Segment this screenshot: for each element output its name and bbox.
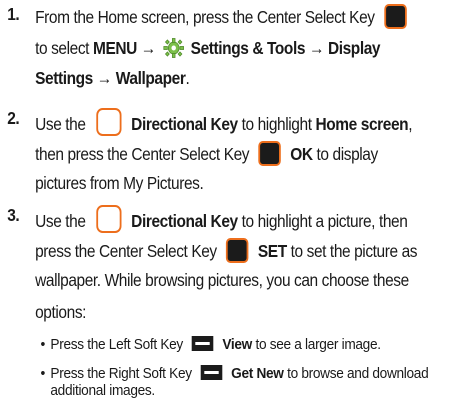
step-2-line-3: pictures from My Pictures.	[35, 173, 204, 194]
comma: ,	[408, 114, 413, 134]
step-text: press the Center Select Key	[35, 241, 217, 261]
step-text: then press the Center Select Key	[35, 144, 250, 164]
settings-gear-icon	[163, 38, 184, 58]
bullet-text: to see a larger image.	[255, 336, 381, 353]
center-select-key-icon	[226, 238, 249, 263]
home-screen-label: Home screen	[315, 114, 409, 134]
step-1-line-2: to select MENU → Settings & Tools → Disp…	[35, 37, 380, 59]
step-3-line-2: press the Center Select Key SET to set t…	[35, 238, 418, 263]
wallpaper-label: Wallpaper	[115, 68, 186, 88]
directional-key-icon	[96, 205, 122, 233]
step-number: 3.	[7, 205, 20, 225]
menu-label: MENU	[92, 38, 137, 58]
ok-label: OK	[290, 144, 313, 164]
step-number: 1.	[7, 4, 20, 24]
bullet-text: to browse and download	[287, 365, 429, 382]
step-2-line-1: Use the Directional Key to highlight Hom…	[35, 108, 413, 136]
left-soft-key-icon	[191, 336, 214, 351]
set-label: SET	[257, 241, 287, 261]
manual-page: 1. From the Home screen, press the Cente…	[0, 0, 472, 399]
step-2-line-2: then press the Center Select Key OK to d…	[35, 141, 378, 166]
right-soft-key-icon	[200, 365, 223, 380]
step-3-line-3: wallpaper. While browsing pictures, you …	[35, 270, 409, 291]
step-1-line-1: From the Home screen, press the Center S…	[35, 4, 407, 29]
bullet-text: Press the Left Soft Key	[50, 336, 183, 353]
step-text: wallpaper. While browsing pictures, you …	[35, 270, 409, 290]
step-1-line-3: Settings → Wallpaper.	[35, 68, 190, 89]
bullet-dot: •	[40, 336, 46, 353]
center-select-key-icon	[258, 141, 281, 166]
step-3-line-4: options:	[35, 302, 86, 323]
bullet-text: Press the Right Soft Key	[50, 365, 192, 382]
period: .	[185, 68, 190, 88]
bullet-text: additional images.	[50, 382, 155, 399]
bullet-line-2: additional images.	[50, 382, 155, 399]
step-text: pictures from My Pictures.	[35, 173, 204, 193]
step-text: Use the	[35, 211, 86, 231]
arrow: →	[140, 38, 156, 58]
step-text: to set the picture as	[290, 241, 418, 261]
bullet-line: Press the Right Soft Key Get New to brow…	[50, 365, 429, 382]
directional-key-icon	[96, 108, 122, 136]
step-text: to highlight a picture, then	[241, 211, 408, 231]
bullet-dot: •	[40, 365, 46, 382]
arrow: →	[96, 68, 112, 88]
view-label: View	[222, 336, 252, 353]
center-select-key-icon	[383, 4, 407, 29]
bullet-line: Press the Left Soft Key View to see a la…	[50, 336, 381, 353]
step-text: options:	[35, 302, 87, 322]
display-label: Display	[327, 38, 381, 58]
settings-tools-label: Settings & Tools	[190, 38, 306, 58]
settings-label: Settings	[35, 68, 93, 88]
step-text: Use the	[35, 114, 86, 134]
step-number: 2.	[7, 108, 20, 128]
step-text: to highlight	[241, 114, 312, 134]
directional-key-label: Directional Key	[131, 114, 238, 134]
get-new-label: Get New	[231, 365, 284, 382]
step-text: to select	[35, 38, 90, 58]
step-text: From the Home screen, press the Center S…	[35, 7, 375, 27]
step-3-line-1: Use the Directional Key to highlight a p…	[35, 205, 408, 233]
directional-key-label: Directional Key	[131, 211, 238, 231]
step-text: to display	[316, 144, 379, 164]
arrow: →	[308, 38, 325, 58]
